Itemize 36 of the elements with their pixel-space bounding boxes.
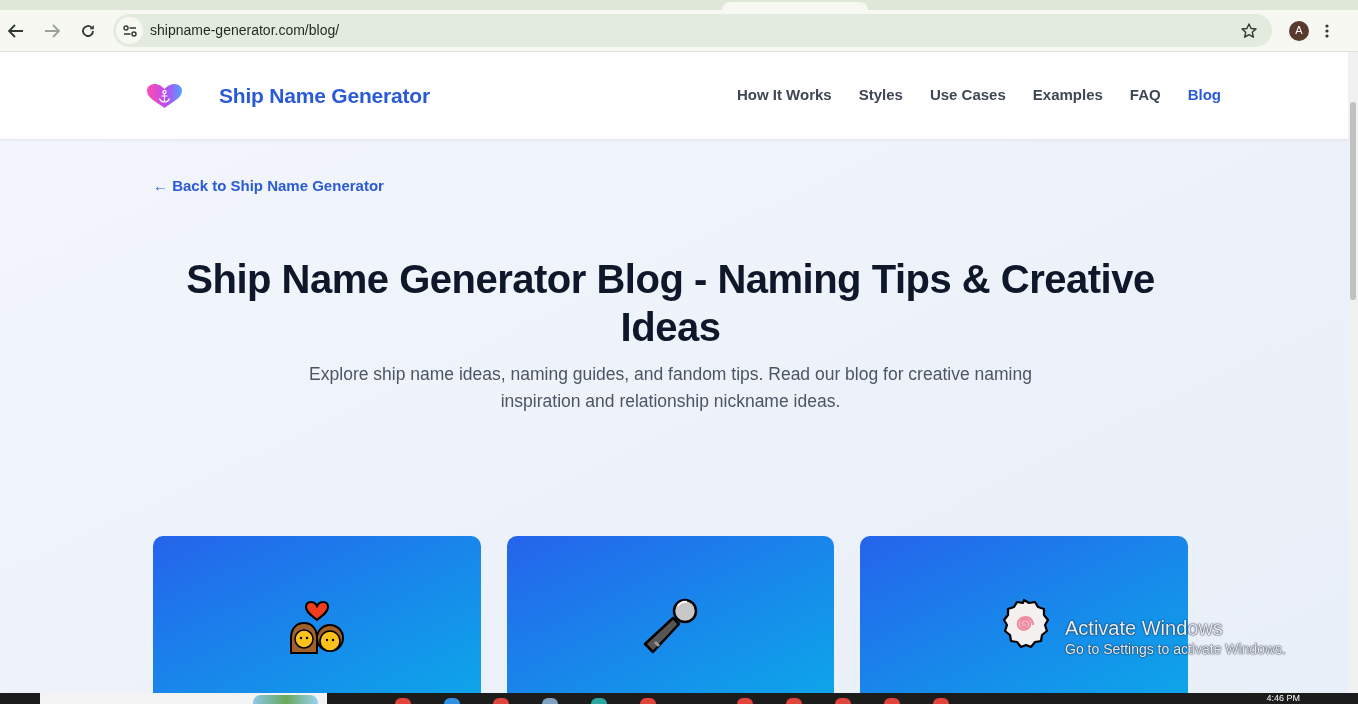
brand-name[interactable]: Ship Name Generator: [219, 79, 430, 112]
nav-link[interactable]: How It Works: [736, 84, 832, 107]
app-icon[interactable]: [640, 698, 656, 704]
app-icon[interactable]: [542, 698, 558, 704]
app-icon[interactable]: [444, 698, 460, 704]
nav-link[interactable]: FAQ: [1129, 84, 1161, 107]
app-icon[interactable]: [395, 698, 411, 704]
heart-anchor-logo-icon[interactable]: [147, 83, 182, 108]
microphone-icon: [641, 598, 700, 654]
nav-link[interactable]: Use Cases: [929, 84, 1006, 107]
url-text: shipname-generator.com/blog/: [150, 21, 340, 40]
search-highlight-icon: [253, 695, 318, 704]
page-heading: Ship Name Generator Blog - Naming Tips & Creative Ideas: [185, 256, 1156, 351]
nav-link[interactable]: Examples: [1032, 84, 1103, 107]
page-subtitle: Explore ship name ideas, naming guides, and fandom tips. Read our blog for creative naming inspiration and relationship nickname ideas.: [308, 363, 1033, 413]
menu-dots-icon[interactable]: [1325, 23, 1329, 38]
taskbar-search-field[interactable]: [40, 693, 327, 704]
profile-avatar[interactable]: A: [1289, 20, 1309, 41]
app-icon[interactable]: [933, 698, 949, 704]
forward-arrow-icon: [44, 23, 60, 38]
reload-icon: [81, 23, 95, 38]
app-icon[interactable]: [493, 698, 509, 704]
back-arrow-icon: [8, 23, 24, 38]
taskbar-clock[interactable]: 4:46 PM: [1266, 693, 1300, 704]
app-icon[interactable]: [591, 698, 607, 704]
nav-link[interactable]: Styles: [858, 84, 903, 107]
back-link[interactable]: ← Back to Ship Name Generator: [153, 176, 384, 196]
bookmark-star-icon[interactable]: [1241, 22, 1257, 39]
site-settings-icon[interactable]: [122, 24, 137, 37]
scrollbar[interactable]: [1348, 52, 1358, 693]
nav-link[interactable]: Blog: [1187, 84, 1221, 107]
address-bar[interactable]: shipname-generator.com/blog/: [113, 14, 1272, 47]
app-icon[interactable]: [884, 698, 900, 704]
app-icon[interactable]: [737, 698, 753, 704]
app-icon[interactable]: [835, 698, 851, 704]
app-icon[interactable]: [786, 698, 802, 704]
